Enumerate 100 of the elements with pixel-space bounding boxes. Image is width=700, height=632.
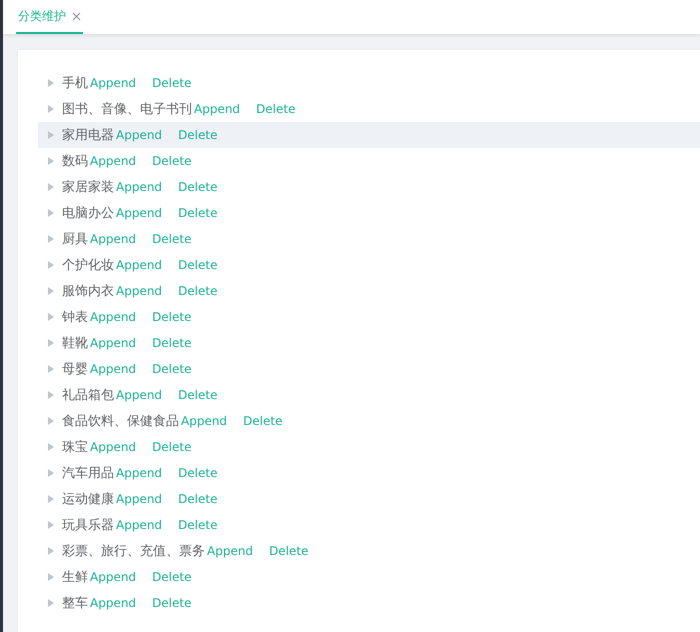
tree-node[interactable]: 手机Append Delete: [38, 70, 700, 96]
append-button[interactable]: Append: [90, 154, 136, 168]
caret-icon[interactable]: [48, 573, 54, 581]
caret-icon[interactable]: [48, 443, 54, 451]
append-button[interactable]: Append: [90, 570, 136, 584]
node-label: 生鲜: [62, 569, 88, 586]
delete-button[interactable]: Delete: [256, 102, 296, 116]
tree-node[interactable]: 鞋靴Append Delete: [38, 330, 700, 356]
node-label: 礼品箱包: [62, 387, 114, 404]
node-label: 家居家装: [62, 179, 114, 196]
delete-button[interactable]: Delete: [152, 76, 192, 90]
tree-node[interactable]: 生鲜 Append Delete: [38, 564, 700, 590]
tree-node[interactable]: 礼品箱包Append Delete: [38, 382, 700, 408]
caret-icon[interactable]: [48, 157, 54, 165]
append-button[interactable]: Append: [116, 206, 162, 220]
delete-button[interactable]: Delete: [178, 284, 218, 298]
append-button[interactable]: Append: [116, 128, 162, 142]
append-button[interactable]: Append: [116, 258, 162, 272]
delete-button[interactable]: Delete: [178, 180, 218, 194]
caret-icon[interactable]: [48, 261, 54, 269]
append-button[interactable]: Append: [90, 596, 136, 610]
append-button[interactable]: Append: [90, 440, 136, 454]
delete-button[interactable]: Delete: [243, 414, 282, 428]
caret-icon[interactable]: [48, 495, 54, 503]
node-label: 手机: [62, 75, 88, 92]
node-label: 彩票、旅行、充值、票务: [62, 543, 205, 560]
append-button[interactable]: Append: [116, 518, 162, 532]
tree-node[interactable]: 整车 Append Delete: [38, 590, 700, 616]
node-label: 电脑办公: [62, 205, 114, 222]
append-button[interactable]: Append: [90, 336, 136, 350]
delete-button[interactable]: Delete: [152, 362, 192, 376]
append-button[interactable]: Append: [90, 310, 136, 324]
tree-node[interactable]: 家居家装 Append Delete: [38, 174, 700, 200]
append-button[interactable]: Append: [90, 232, 136, 246]
caret-icon[interactable]: [48, 417, 54, 425]
caret-icon[interactable]: [48, 339, 54, 347]
delete-button[interactable]: Delete: [178, 128, 218, 142]
caret-icon[interactable]: [48, 105, 54, 113]
append-button[interactable]: Append: [181, 414, 228, 428]
delete-button[interactable]: Delete: [152, 310, 192, 324]
append-button[interactable]: Append: [116, 180, 162, 194]
delete-button[interactable]: Delete: [178, 388, 218, 402]
append-button[interactable]: Append: [116, 492, 162, 506]
tree-node[interactable]: 运动健康 Append Delete: [38, 486, 700, 512]
caret-icon[interactable]: [48, 183, 54, 191]
tree-node[interactable]: 图书、音像、电子书刊 Append Delete: [38, 96, 700, 122]
close-icon[interactable]: [72, 12, 81, 20]
tree-node[interactable]: 玩具乐器 Append Delete: [38, 512, 700, 538]
caret-icon[interactable]: [48, 599, 54, 607]
delete-button[interactable]: Delete: [152, 232, 192, 246]
tree-node[interactable]: 母婴 Append Delete: [38, 356, 700, 382]
tree-node[interactable]: 个护化妆 Append Delete: [38, 252, 700, 278]
caret-icon[interactable]: [48, 469, 54, 477]
append-button[interactable]: Append: [207, 544, 254, 558]
caret-icon[interactable]: [48, 79, 54, 87]
tree-node[interactable]: 服饰内衣 Append Delete: [38, 278, 700, 304]
caret-icon[interactable]: [48, 547, 54, 555]
tree-node[interactable]: 食品饮料、保健食品 Append Delete: [38, 408, 700, 434]
delete-button[interactable]: Delete: [152, 336, 192, 350]
node-label: 钟表: [62, 309, 88, 326]
append-button[interactable]: Append: [116, 284, 162, 298]
tree-node[interactable]: 汽车用品 Append Delete: [38, 460, 700, 486]
delete-button[interactable]: Delete: [178, 518, 218, 532]
delete-button[interactable]: Delete: [178, 492, 218, 506]
delete-button[interactable]: Delete: [152, 154, 192, 168]
caret-icon[interactable]: [48, 521, 54, 529]
append-button[interactable]: Append: [90, 362, 136, 376]
caret-icon[interactable]: [48, 209, 54, 217]
node-label: 母婴: [62, 361, 88, 378]
caret-icon[interactable]: [48, 131, 54, 139]
tab-label[interactable]: 分类维护: [18, 8, 66, 24]
caret-icon[interactable]: [48, 313, 54, 321]
node-label: 家用电器: [62, 127, 114, 144]
append-button[interactable]: Append: [116, 466, 162, 480]
node-label: 图书、音像、电子书刊: [62, 101, 192, 118]
tab[interactable]: 分类维护: [16, 0, 83, 34]
append-button[interactable]: Append: [116, 388, 162, 402]
node-label: 整车: [62, 595, 88, 612]
tree-node[interactable]: 珠宝 Append Delete: [38, 434, 700, 460]
delete-button[interactable]: Delete: [152, 440, 192, 454]
tree-node[interactable]: 彩票、旅行、充值、票务 Append Delete: [38, 538, 700, 564]
delete-button[interactable]: Delete: [178, 206, 218, 220]
caret-icon[interactable]: [48, 287, 54, 295]
append-button[interactable]: Append: [194, 102, 240, 116]
tree-node[interactable]: 厨具 Append Delete: [38, 226, 700, 252]
tree-node[interactable]: 钟表 Append Delete: [38, 304, 700, 330]
delete-button[interactable]: Delete: [269, 544, 308, 558]
caret-icon[interactable]: [48, 235, 54, 243]
tree-node[interactable]: 数码 Append Delete: [38, 148, 700, 174]
tree-node[interactable]: 家用电器 Append Delete: [38, 122, 700, 148]
caret-icon[interactable]: [48, 365, 54, 373]
delete-button[interactable]: Delete: [178, 466, 218, 480]
append-button[interactable]: Append: [90, 76, 136, 90]
node-label: 厨具: [62, 231, 88, 248]
delete-button[interactable]: Delete: [152, 570, 192, 584]
tree-node[interactable]: 电脑办公 Append Delete: [38, 200, 700, 226]
node-label: 食品饮料、保健食品: [62, 413, 179, 430]
delete-button[interactable]: Delete: [152, 596, 192, 610]
caret-icon[interactable]: [48, 391, 54, 399]
delete-button[interactable]: Delete: [178, 258, 218, 272]
